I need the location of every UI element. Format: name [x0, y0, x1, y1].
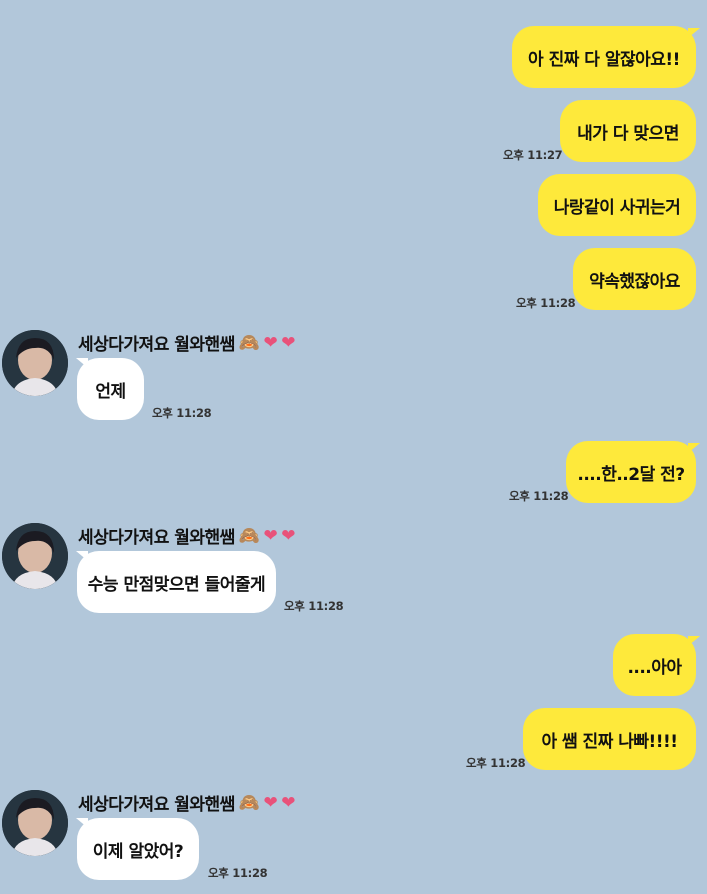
message-bubble-mine[interactable]: 내가 다 맞으면 — [560, 100, 696, 162]
message-text: 수능 만점맞으면 들어줄게 — [87, 574, 266, 595]
message-text: 이제 알았어? — [92, 841, 184, 862]
monkey-emoji-icon: 🙈 — [238, 525, 260, 546]
message-time: 오후 11:28 — [466, 756, 526, 770]
sender-name: 세상다가져요 월와핸쌤 🙈 ❤ ❤ — [78, 525, 295, 549]
heart-icon: ❤ — [263, 332, 278, 353]
message-bubble-mine[interactable]: 나랑같이 사귀는거 — [538, 174, 696, 236]
message-bubble-theirs[interactable]: 이제 알았어? — [77, 818, 199, 880]
heart-icon: ❤ — [281, 332, 295, 353]
heart-icon: ❤ — [263, 792, 278, 813]
monkey-emoji-icon: 🙈 — [238, 792, 260, 813]
sender-name: 세상다가져요 월와핸쌤 🙈 ❤ ❤ — [78, 332, 295, 356]
message-bubble-mine[interactable]: 아 쌤 진짜 나빠!!!! — [523, 708, 696, 770]
avatar[interactable] — [2, 523, 68, 589]
message-time: 오후 11:28 — [509, 489, 569, 503]
message-bubble-mine[interactable]: ....한..2달 전? — [566, 441, 696, 503]
message-text: 약속했잖아요 — [589, 271, 680, 292]
avatar[interactable] — [2, 790, 68, 856]
bubble-tail — [688, 636, 700, 646]
message-text: 아 진짜 다 알잖아요!! — [528, 49, 680, 70]
heart-icon: ❤ — [281, 792, 295, 813]
message-bubble-mine[interactable]: 아 진짜 다 알잖아요!! — [512, 26, 696, 88]
avatar[interactable] — [2, 330, 68, 396]
message-bubble-theirs[interactable]: 수능 만점맞으면 들어줄게 — [77, 551, 276, 613]
message-time: 오후 11:28 — [284, 599, 344, 613]
message-text: 내가 다 맞으면 — [577, 123, 679, 144]
heart-icon: ❤ — [281, 525, 295, 546]
heart-icon: ❤ — [263, 525, 278, 546]
message-bubble-mine[interactable]: ....아아 — [613, 634, 696, 696]
bubble-tail — [688, 28, 700, 38]
message-text: ....한..2달 전? — [577, 464, 685, 485]
message-text: 나랑같이 사귀는거 — [553, 197, 681, 218]
message-text: 아 쌤 진짜 나빠!!!! — [541, 731, 678, 752]
message-bubble-mine[interactable]: 약속했잖아요 — [573, 248, 696, 310]
message-time: 오후 11:28 — [208, 866, 268, 880]
message-time: 오후 11:27 — [503, 148, 563, 162]
message-text: ....아아 — [627, 657, 682, 678]
message-time: 오후 11:28 — [516, 296, 576, 310]
message-bubble-theirs[interactable]: 언제 — [77, 358, 144, 420]
message-time: 오후 11:28 — [152, 406, 212, 420]
bubble-tail — [688, 443, 700, 453]
sender-name: 세상다가져요 월와핸쌤 🙈 ❤ ❤ — [78, 792, 295, 816]
monkey-emoji-icon: 🙈 — [238, 332, 260, 353]
message-text: 언제 — [95, 381, 126, 402]
